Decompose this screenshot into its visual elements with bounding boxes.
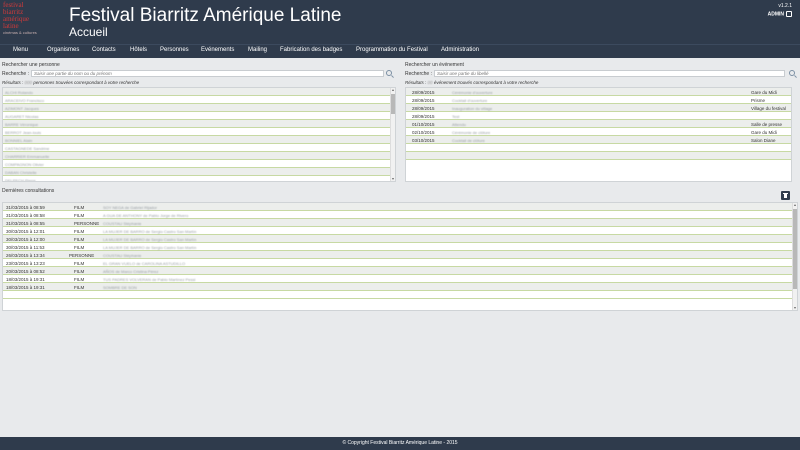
footer-copyright: © Copyright Festival Biarritz Amérique L…	[0, 437, 800, 450]
nav-badges[interactable]: Fabrication des badges	[280, 47, 342, 53]
scroll-down-icon[interactable]	[392, 178, 394, 180]
table-row[interactable]	[406, 152, 791, 160]
nav-organismes[interactable]: Organismes	[47, 47, 79, 53]
person-scrollbar[interactable]	[390, 88, 395, 181]
recent-title: Dernières consultations	[2, 188, 55, 194]
event-search-icon[interactable]	[789, 70, 795, 76]
table-row[interactable]	[406, 144, 791, 152]
list-item[interactable]: ALCHI Rolando	[3, 88, 395, 96]
table-row[interactable]: 02/10/2015 Cérémonie de clôture Gare du Mi…	[406, 128, 791, 136]
person-search-input[interactable]	[31, 70, 384, 77]
list-item[interactable]: AZIMONT Jacques	[3, 104, 395, 112]
table-row[interactable]: 28/09/2015 Cocktail d'ouverture Prisme	[406, 96, 791, 104]
user-icon	[786, 11, 792, 17]
person-rows: ALCHI Rolando ARACEIVO Francisco AZIMONT…	[3, 88, 395, 181]
table-row[interactable]: 03/10/2015 Cocktail de clôture Salon Diane	[406, 136, 791, 144]
list-item[interactable]: COMPAGNON Olivier	[3, 160, 395, 168]
recent-scrollbar[interactable]	[792, 203, 797, 310]
person-search-title: Rechercher une personne	[2, 62, 60, 68]
table-row[interactable]: 31/03/2015 à 08:58 FILM A GUA DE ANTHONY d…	[3, 211, 797, 219]
table-row[interactable]: 30/03/2015 à 12:00 FILM LA MUJER DE BARRO …	[3, 235, 797, 243]
list-item[interactable]: AUGARET Nicolas	[3, 112, 395, 120]
table-row[interactable]: 31/03/2015 à 08:55 PERSONNE COUSTAU Stépha…	[3, 219, 797, 227]
table-row[interactable]: 28/09/2015 Cérémonie d'ouverture Gare du M…	[406, 88, 791, 96]
scroll-up-icon[interactable]	[392, 89, 394, 91]
person-search-icon[interactable]	[386, 70, 392, 76]
list-item[interactable]: CHARRIER Emmanuelle	[3, 152, 395, 160]
app-title: Festival Biarritz Amérique Latine	[69, 5, 342, 26]
list-item[interactable]: BARRE Véronique	[3, 120, 395, 128]
main-nav: Menu Organismes Contacts Hôtels Personne…	[0, 44, 800, 58]
table-row[interactable]: 28/09/2015 Test	[406, 112, 791, 120]
page-subtitle: Accueil	[69, 25, 108, 39]
nav-programmation[interactable]: Programmation du Festival	[356, 47, 428, 53]
nav-menu[interactable]: Menu	[13, 47, 28, 53]
event-search-title: Rechercher un événement	[405, 62, 464, 68]
list-item[interactable]: BERROT Jean-louis	[3, 128, 395, 136]
table-row[interactable]: 30/03/2015 à 12:01 FILM LA MUJER DE BARRO …	[3, 227, 797, 235]
person-search-label: Recherche :	[2, 71, 29, 77]
nav-mailing[interactable]: Mailing	[248, 47, 267, 53]
list-item[interactable]: BONNIEL Alain	[3, 136, 395, 144]
app-header: festival biarritz amérique latine cinéma…	[0, 0, 800, 44]
nav-personnes[interactable]: Personnes	[160, 47, 189, 53]
list-item[interactable]: DELPECH Pierre	[3, 176, 395, 181]
scroll-thumb[interactable]	[391, 94, 395, 114]
table-row[interactable]: 26/03/2015 à 13:34 PERSONNE COUSTAU Stépha…	[3, 251, 797, 259]
list-item[interactable]: ARACEIVO Francisco	[3, 96, 395, 104]
table-row[interactable]: 18/03/2015 à 19:31 FILM SOMBRE DE SON	[3, 283, 797, 291]
person-results-list: ALCHI Rolando ARACEIVO Francisco AZIMONT…	[2, 87, 396, 182]
scroll-thumb[interactable]	[793, 209, 797, 289]
scroll-down-icon[interactable]	[794, 307, 796, 309]
list-item[interactable]: DABAN Christelle	[3, 168, 395, 176]
event-results-list: 28/09/2015 Cérémonie d'ouverture Gare du M…	[405, 87, 792, 182]
recent-list: 31/03/2015 à 08:59 FILM SOY NEGA de Gabrie…	[2, 202, 798, 311]
table-row[interactable]: 01/10/2015 Attendu Salle de presse	[406, 120, 791, 128]
person-results-count: Résultats : 000 personnes trouvées corre…	[2, 80, 140, 85]
clear-history-button[interactable]	[781, 191, 790, 200]
table-row[interactable]: 23/03/2015 à 13:23 FILM EL GRAN VUELO de C…	[3, 259, 797, 267]
table-row[interactable]: 18/03/2015 à 19:31 FILM TUS PADRES VOLVERA…	[3, 275, 797, 283]
event-search-input[interactable]	[434, 70, 785, 77]
table-row[interactable]: 31/03/2015 à 08:59 FILM SOY NEGA de Gabrie…	[3, 203, 797, 211]
user-menu[interactable]: ADMIN	[768, 11, 792, 17]
table-row[interactable]: 20/03/2015 à 08:52 FILM AÑOS de Marco Cris…	[3, 267, 797, 275]
version-label: v1.2.1	[778, 3, 792, 9]
nav-contacts[interactable]: Contacts	[92, 47, 116, 53]
table-row[interactable]	[3, 291, 797, 299]
scroll-up-icon[interactable]	[794, 204, 796, 206]
list-item[interactable]: CASTAGNEDE Sandrine	[3, 144, 395, 152]
nav-evenements[interactable]: Evénements	[201, 47, 234, 53]
event-results-count: Résultats : 00 événement trouvés corresp…	[405, 80, 539, 85]
event-search-label: Recherche :	[405, 71, 432, 77]
table-row[interactable]: 28/09/2015 Inauguration du village Village…	[406, 104, 791, 112]
nav-hotels[interactable]: Hôtels	[130, 47, 147, 53]
festival-logo[interactable]: festival biarritz amérique latine cinéma…	[3, 2, 55, 40]
nav-administration[interactable]: Administration	[441, 47, 479, 53]
table-row[interactable]: 30/03/2015 à 11:53 FILM LA MUJER DE BARRO …	[3, 243, 797, 251]
